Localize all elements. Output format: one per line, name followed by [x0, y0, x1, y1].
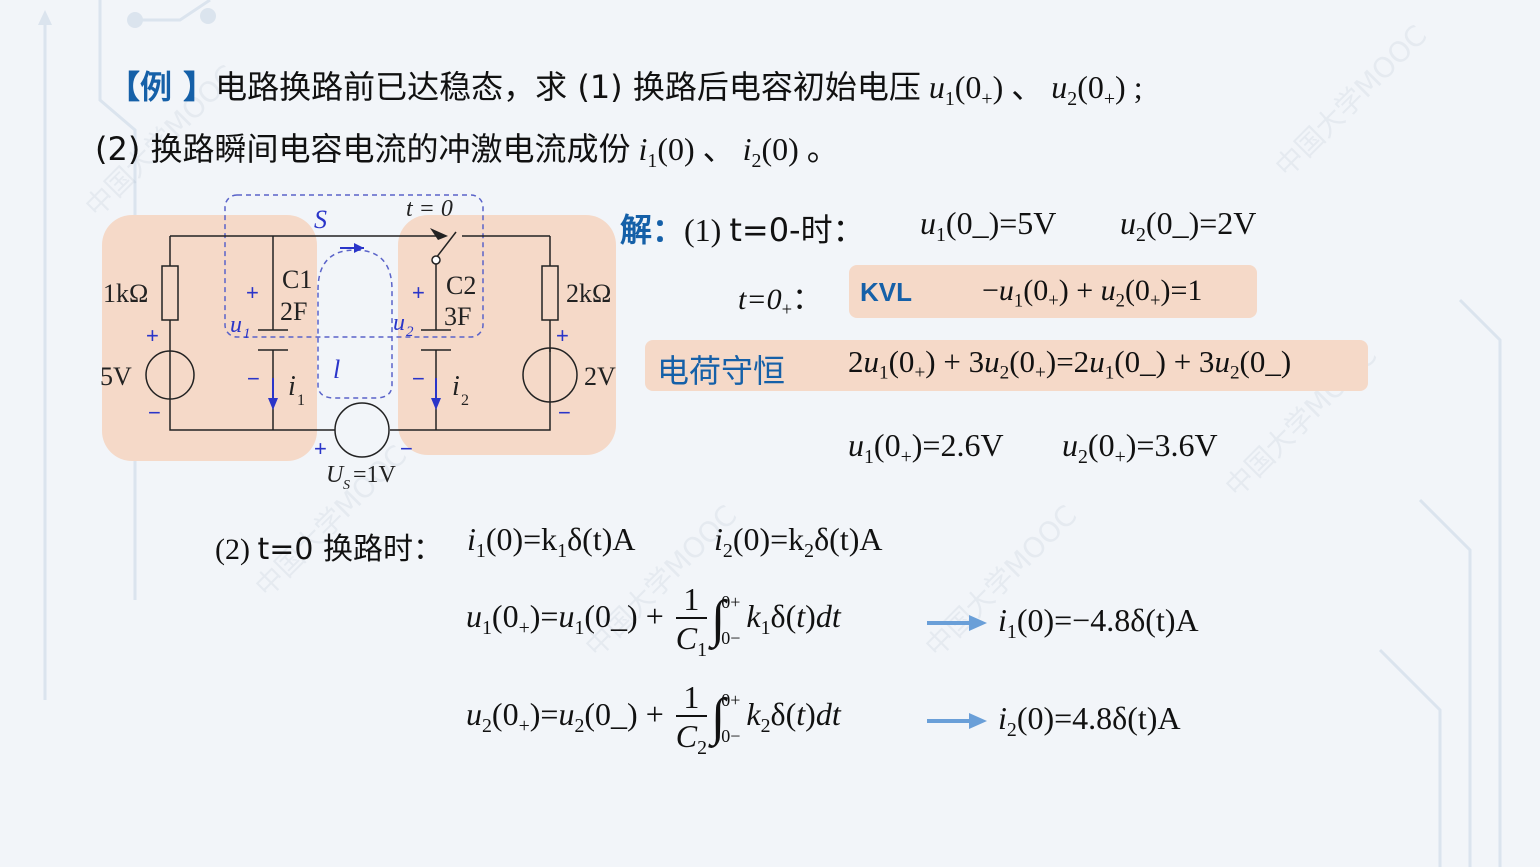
problem-line-2: (2) 换路瞬间电容电流的冲激电流成份 i1(0) 、 i2(0) 。 — [95, 130, 839, 172]
kvl-equation: −u1(0+) + u2(0+)=1 — [982, 274, 1203, 312]
separator: 、 — [702, 130, 735, 168]
kvl-tag: KVL — [860, 277, 912, 307]
label-u2: u — [393, 310, 405, 336]
t0-plus: t=0+： — [738, 282, 823, 321]
label-c2: C2 — [446, 271, 476, 300]
svg-text:+: + — [314, 436, 327, 461]
semicolon: ; — [1133, 69, 1143, 105]
arrow-icon — [927, 713, 987, 729]
label-c1-val: 2F — [280, 297, 307, 326]
label-us-sub: S — [343, 478, 350, 493]
svg-text:−: − — [400, 436, 413, 461]
loop-path — [317, 249, 393, 399]
label-i1-sub: 1 — [297, 392, 305, 409]
label-u2-sub: 2 — [406, 324, 414, 340]
svg-text:−: − — [412, 366, 425, 391]
label-i2: i — [452, 371, 460, 402]
label-r1: 1kΩ — [103, 279, 148, 308]
i2-result: i2(0)=4.8δ(t)A — [998, 700, 1181, 741]
label-c1: C1 — [282, 265, 312, 294]
right-highlight — [398, 215, 616, 455]
left-highlight — [102, 215, 317, 461]
step1-time: t=0-时： — [729, 211, 865, 249]
charge-equation: 2u1(0+) + 3u2(0+)=2u1(0_) + 3u2(0_) — [848, 344, 1292, 384]
problem-line-1: 【例 】电路换路前已达稳态，求 (1) 换路后电容初始电压 u1(0+) 、 u… — [108, 68, 1143, 110]
step2-time: t=0 换路时： — [257, 532, 444, 567]
svg-text:+: + — [246, 280, 259, 305]
svg-text:−: − — [558, 400, 571, 425]
i1-impulse: i1(0)=k1δ(t)A — [467, 521, 636, 562]
integral-eq-2: u2(0+)=u2(0_) + 1 C2 ∫ 0+ 0− k2δ(t)dt — [466, 679, 841, 760]
label-loop: l — [333, 355, 340, 384]
label-r2: 2kΩ — [566, 279, 611, 308]
u1-before: u1(0_)=5V — [920, 205, 1057, 246]
label-src-right: 2V — [584, 362, 616, 391]
solution-step1: 解：(1) t=0-时： — [620, 211, 865, 249]
label-t0: t = 0 — [406, 196, 453, 222]
label-src-left: 5V — [100, 362, 132, 391]
svg-text:−: − — [148, 400, 161, 425]
label-switch: S — [314, 205, 327, 234]
circuit-diagram: 1kΩ 2kΩ 5V 2V C1 2F C2 3F t = 0 S l u 1 … — [100, 194, 616, 493]
u1-after: u1(0+)=2.6V — [848, 427, 1004, 468]
separator: 、 — [1011, 68, 1044, 106]
i1-result: i1(0)=−4.8δ(t)A — [998, 602, 1199, 643]
arrow-icon — [927, 615, 987, 631]
example-tag: 【例 】 — [108, 68, 216, 106]
label-i2-sub: 2 — [461, 392, 469, 409]
svg-text:+: + — [146, 323, 159, 348]
label-us-val: =1V — [353, 462, 397, 488]
label-u1: u — [230, 312, 242, 338]
solution-step2: (2) t=0 换路时： — [215, 532, 444, 567]
problem-text-2: (2) 换路瞬间电容电流的冲激电流成份 — [95, 130, 631, 168]
label-i1: i — [288, 371, 296, 402]
charge-tag: 电荷守恒 — [657, 352, 786, 390]
source-us — [334, 402, 390, 458]
svg-text:+: + — [556, 323, 569, 348]
u2-before: u2(0_)=2V — [1120, 205, 1257, 246]
svg-text:+: + — [412, 280, 425, 305]
label-u1-sub: 1 — [243, 326, 251, 342]
solution-label: 解： — [620, 211, 685, 249]
i2-impulse: i2(0)=k2δ(t)A — [714, 521, 883, 562]
svg-text:−: − — [247, 366, 260, 391]
integral-eq-1: u1(0+)=u1(0_) + 1 C1 ∫ 0+ 0− k1δ(t)dt — [466, 581, 841, 662]
problem-text-1: 电路换路前已达稳态，求 (1) 换路后电容初始电压 — [215, 68, 921, 106]
period: 。 — [806, 130, 839, 168]
u2-after: u2(0+)=3.6V — [1062, 427, 1218, 468]
label-c2-val: 3F — [444, 302, 471, 331]
